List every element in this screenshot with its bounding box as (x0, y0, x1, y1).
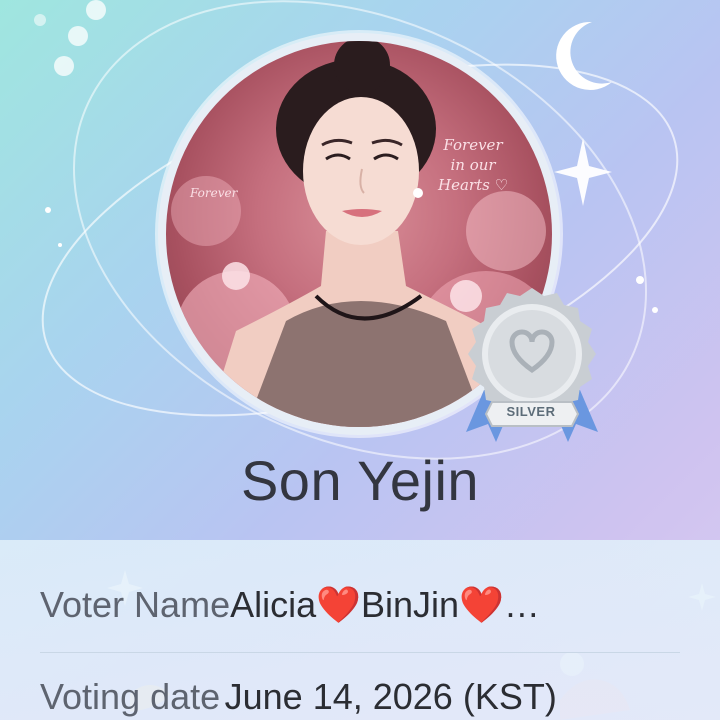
voting-date-row: Voting date June 14, 2026 (KST) (40, 676, 690, 718)
photo-caption-right: Forever in our Hearts ♡ (438, 136, 509, 194)
photo-caption-left: Forever (190, 186, 238, 200)
voter-name-label: Voter Name (40, 584, 231, 625)
idol-name: Son Yejin (240, 449, 480, 512)
silver-badge-icon (466, 288, 598, 442)
voting-date-value: June 14, 2026 (KST) (224, 676, 557, 717)
sparkle-icon (554, 138, 612, 206)
voting-date-label: Voting date (40, 676, 221, 717)
voter-name-value: Alicia❤️BinJin❤️… (230, 584, 540, 625)
voter-name-row: Voter NameAlicia❤️BinJin❤️… (40, 584, 690, 626)
heart-icon: ♡ (494, 176, 509, 194)
moon-icon (556, 21, 612, 90)
divider (40, 652, 680, 653)
badge-label: SILVER (506, 404, 556, 419)
